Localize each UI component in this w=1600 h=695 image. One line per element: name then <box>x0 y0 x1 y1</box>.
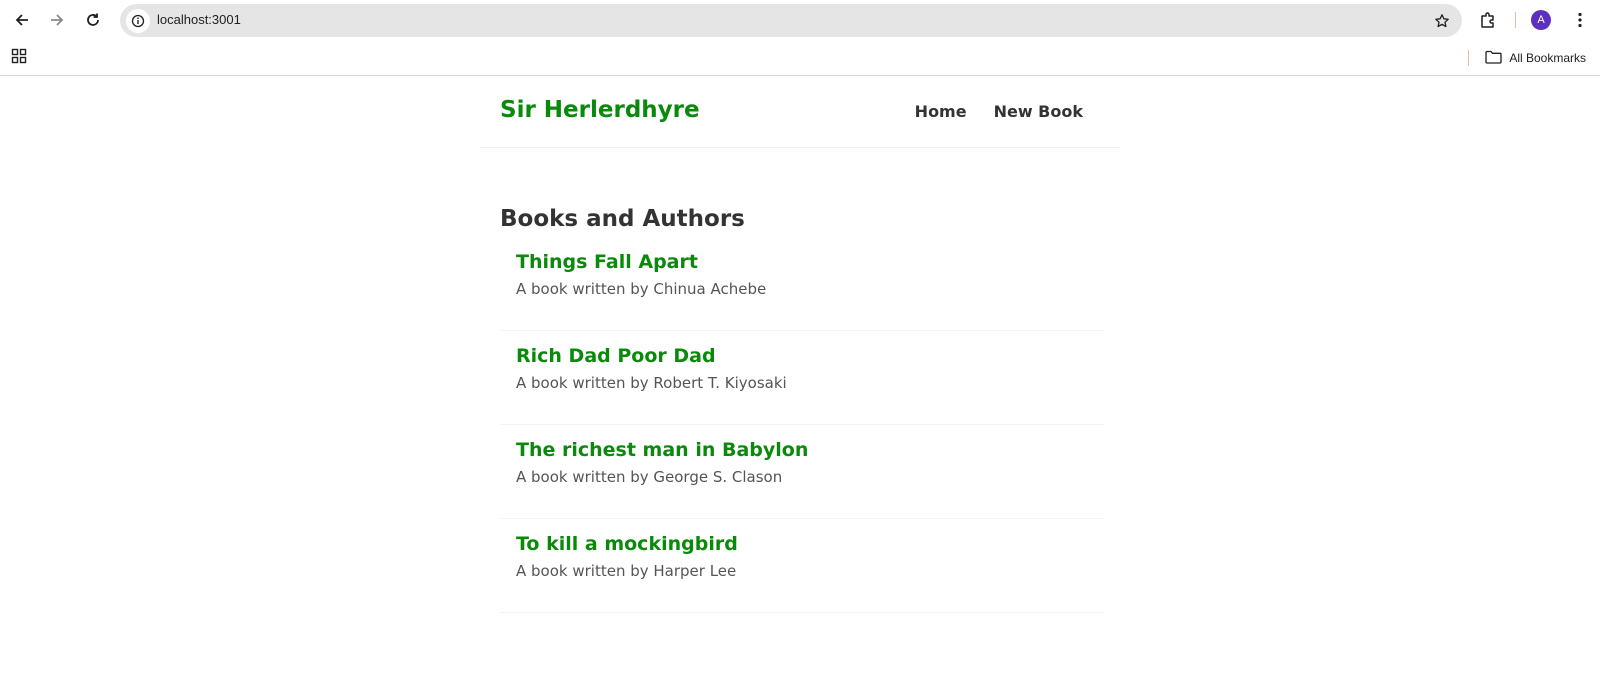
book-title-link[interactable]: The richest man in Babylon <box>516 439 808 461</box>
apps-grid-icon[interactable] <box>11 48 31 68</box>
all-bookmarks-button[interactable]: All Bookmarks <box>1485 48 1586 68</box>
bookmark-star-icon[interactable] <box>1430 9 1454 33</box>
list-item: The richest man in Babylon A book writte… <box>500 425 1105 519</box>
reload-icon[interactable] <box>81 8 105 32</box>
url-text[interactable]: localhost:3001 <box>157 12 241 27</box>
books-list-section: Books and Authors Things Fall Apart A bo… <box>500 206 1105 613</box>
menu-kebab-icon[interactable] <box>1568 8 1592 32</box>
book-title-link[interactable]: Rich Dad Poor Dad <box>516 345 716 367</box>
web-page: Sir Herlerdhyre Home New Book Books and … <box>0 77 1600 695</box>
site-info-icon[interactable] <box>126 9 150 33</box>
book-description: A book written by Harper Lee <box>516 562 737 580</box>
back-icon[interactable] <box>10 8 34 32</box>
nav-new-book-link[interactable]: New Book <box>993 102 1084 121</box>
book-title-link[interactable]: Things Fall Apart <box>516 251 698 273</box>
site-brand-link[interactable]: Sir Herlerdhyre <box>500 97 700 123</box>
forward-icon[interactable] <box>45 8 69 32</box>
book-description: A book written by Chinua Achebe <box>516 280 767 298</box>
nav-home-link[interactable]: Home <box>914 102 968 121</box>
book-description: A book written by Robert T. Kiyosaki <box>516 374 787 392</box>
list-item: To kill a mockingbird A book written by … <box>500 519 1105 613</box>
extensions-icon[interactable] <box>1476 8 1500 32</box>
profile-avatar[interactable]: A <box>1531 10 1551 30</box>
bookmarks-divider <box>1468 50 1469 66</box>
book-description: A book written by George S. Clason <box>516 468 783 486</box>
bookmarks-bar: All Bookmarks <box>0 40 1600 76</box>
book-title-link[interactable]: To kill a mockingbird <box>516 533 738 555</box>
address-bar[interactable]: localhost:3001 <box>120 4 1462 37</box>
folder-icon <box>1485 50 1502 67</box>
list-item: Rich Dad Poor Dad A book written by Robe… <box>500 331 1105 425</box>
page-title: Books and Authors <box>500 206 745 232</box>
nav-links: Home New Book <box>914 102 1084 121</box>
site-navbar: Sir Herlerdhyre Home New Book <box>479 77 1121 148</box>
all-bookmarks-label: All Bookmarks <box>1509 51 1586 65</box>
list-item: Things Fall Apart A book written by Chin… <box>500 251 1105 331</box>
browser-toolbar: localhost:3001 A <box>0 0 1600 40</box>
toolbar-divider <box>1515 12 1516 28</box>
